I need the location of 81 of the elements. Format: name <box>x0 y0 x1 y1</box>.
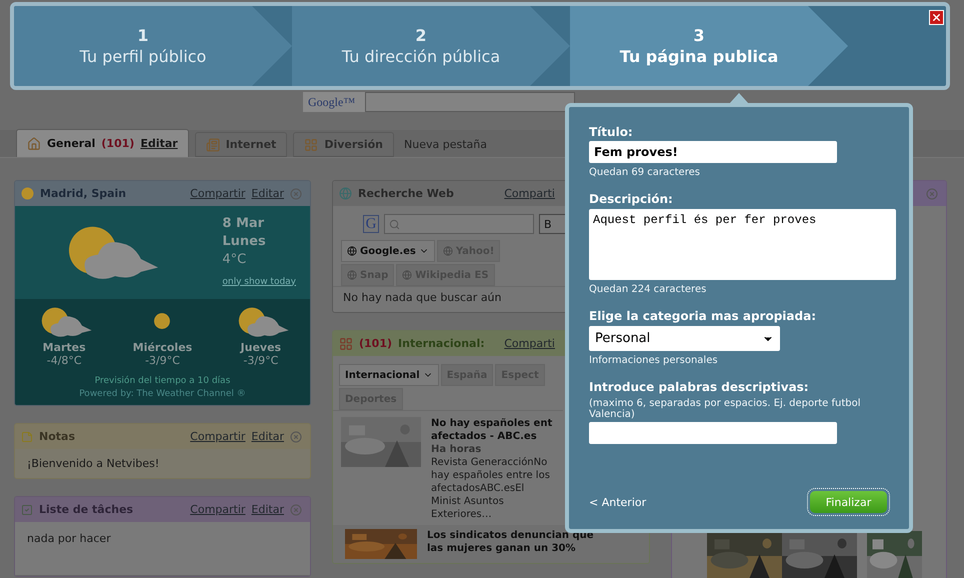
news-time: Ha horas <box>431 443 482 456</box>
tab-label[interactable]: General <box>47 137 96 150</box>
widget-title: Internacional: <box>398 337 486 350</box>
forecast-link[interactable]: Previsión del tiempo a 10 días <box>94 375 230 388</box>
grid-icon <box>339 336 353 350</box>
globe-icon <box>347 270 357 280</box>
widget-title: Madrid, Spain <box>40 187 128 200</box>
news-snippet: Revista GeneracciónNo hay españoles entre los afectadosABC.esEl Minist Asuntos Exteriores… <box>431 456 551 521</box>
widget-title: Recherche Web <box>358 187 455 200</box>
field-label: Elige la categoria mas apropiada: <box>589 309 818 323</box>
weather-day: Lunes <box>222 232 296 250</box>
edit-link[interactable]: Editar <box>140 137 178 150</box>
grid-icon <box>304 138 318 152</box>
news-tab[interactable]: Internacional <box>339 364 439 386</box>
keywords-hint: (maximo 6, separadas por espacios. Ej. deporte futbol Valencia) <box>589 398 862 420</box>
description-field[interactable]: Aquest perfil és per fer proves <box>589 209 896 280</box>
widget-title: Notas <box>39 430 76 443</box>
title-field[interactable]: Fem proves! <box>589 141 837 163</box>
tab-label[interactable]: Diversión <box>324 138 383 151</box>
back-link[interactable]: < Anterior <box>589 496 646 508</box>
edit-link[interactable]: Editar <box>251 503 284 516</box>
globe-icon <box>402 270 412 280</box>
note-icon <box>21 430 33 442</box>
forecast-temperature: -4/8°C <box>46 354 82 367</box>
close-button[interactable] <box>929 10 944 25</box>
globe-icon <box>442 246 453 256</box>
weather-temperature: 4°C <box>222 250 248 268</box>
edit-link[interactable]: Editar <box>251 187 284 200</box>
checkbox-icon <box>21 504 33 516</box>
wizard-step[interactable]: 2 Tu dirección pública <box>292 6 570 86</box>
category-select[interactable]: Personal <box>589 326 780 351</box>
share-link[interactable]: Compartir <box>190 187 246 200</box>
share-link[interactable]: Compartir <box>190 430 246 443</box>
newspaper-icon <box>206 138 220 152</box>
tab[interactable]: Diversión <box>293 132 394 157</box>
edit-link[interactable]: Editar <box>251 430 284 443</box>
close-icon[interactable] <box>290 430 302 442</box>
today-link[interactable]: only show today <box>222 272 296 290</box>
search-field[interactable] <box>384 214 534 234</box>
close-icon <box>931 12 942 23</box>
widget-title: Liste de tâches <box>39 503 134 516</box>
close-icon[interactable] <box>926 188 938 200</box>
forecast-temperature: -3/9°C <box>243 354 278 367</box>
sun-icon <box>21 187 34 200</box>
globe-icon <box>347 246 357 256</box>
tab[interactable]: Internet <box>194 132 288 157</box>
tab-count: (101) <box>101 137 134 150</box>
share-link[interactable]: Comparti <box>504 337 555 350</box>
keywords-field[interactable] <box>589 422 837 444</box>
field-label: Descripción: <box>589 192 674 206</box>
close-icon[interactable] <box>290 504 302 516</box>
field-label: Título: <box>589 125 634 139</box>
category-hint: Informaciones personales <box>589 355 719 366</box>
weather-credit: Powered by: The Weather Channel ® <box>79 388 246 401</box>
news-headline[interactable]: No hay españoles ent afectados - ABC.es <box>431 417 553 443</box>
close-icon[interactable] <box>290 188 302 200</box>
google-logo: Google™ <box>303 92 365 112</box>
task-text: nada por hacer <box>15 522 310 576</box>
tab[interactable]: General (101) Editar <box>16 129 189 157</box>
forecast-day: Miércoles <box>132 341 192 354</box>
weather-date: 8 Mar <box>222 214 266 232</box>
wizard-step[interactable]: 3 Tu página publica <box>570 6 848 86</box>
new-tab-link[interactable]: Nueva pestaña <box>400 131 491 157</box>
globe-icon <box>339 187 352 200</box>
forecast-day: Martes <box>42 341 86 354</box>
search-field[interactable] <box>365 92 575 112</box>
tab-label[interactable]: Internet <box>226 138 276 151</box>
engine-tab[interactable]: Google.es <box>341 240 435 262</box>
share-link[interactable]: Comparti <box>504 187 555 200</box>
home-icon <box>27 136 41 150</box>
news-count: (101) <box>359 337 392 350</box>
share-link[interactable]: Compartir <box>190 503 246 516</box>
google-logo: G <box>363 215 379 233</box>
forecast-day: Jueves <box>240 341 282 354</box>
remaining-count: Quedan 69 caracteres <box>589 167 701 178</box>
forecast-temperature: -3/9°C <box>145 354 180 367</box>
field-label: Introduce palabras descriptivas: <box>589 380 810 394</box>
finish-button[interactable]: Finalizar <box>810 491 887 513</box>
wizard-step[interactable]: 1 Tu perfil público <box>14 6 292 86</box>
note-text: ¡Bienvenido a Netvibes! <box>15 449 310 478</box>
search-icon <box>389 218 400 230</box>
